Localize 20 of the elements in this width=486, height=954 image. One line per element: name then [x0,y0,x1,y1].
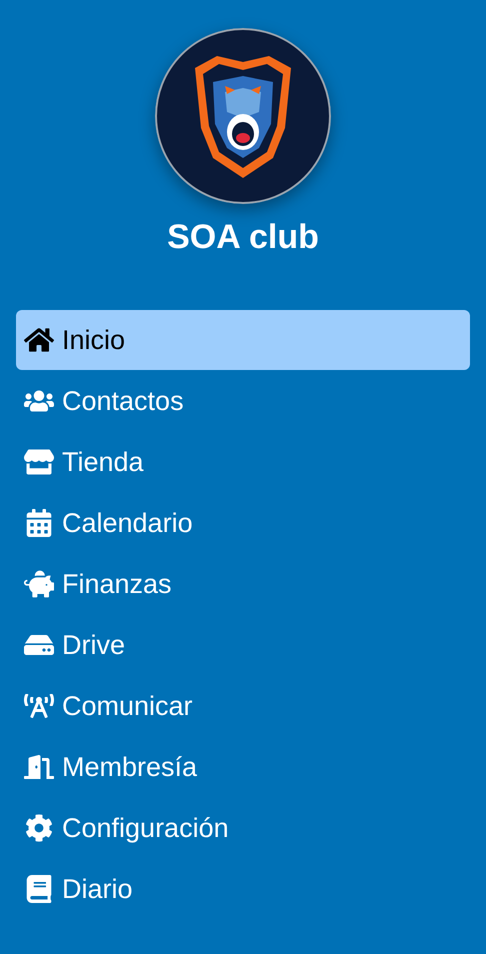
nav-item[interactable]: Inicio [16,310,470,370]
club-name: SOA club [167,217,319,258]
nav-item[interactable]: Membresía [16,737,470,797]
store-icon [24,448,54,476]
piggy-bank-icon [24,570,54,598]
calendar-icon [24,509,54,537]
nav-item[interactable]: Configuración [16,798,470,858]
settings-icon [24,814,54,842]
nav-item[interactable]: Contactos [16,371,470,431]
home-icon [24,326,54,354]
antenna-icon [24,692,54,720]
nav-item[interactable]: Tienda [16,432,470,492]
nav-item[interactable]: Comunicar [16,676,470,736]
nav-item[interactable]: Finanzas [16,554,470,614]
nav-item[interactable]: Diario [16,859,470,919]
nav-item[interactable]: Calendario [16,493,470,553]
nav-item[interactable]: Drive [16,615,470,675]
door-icon [24,753,54,781]
bear-logo-icon [155,28,331,204]
book-icon [24,875,54,903]
